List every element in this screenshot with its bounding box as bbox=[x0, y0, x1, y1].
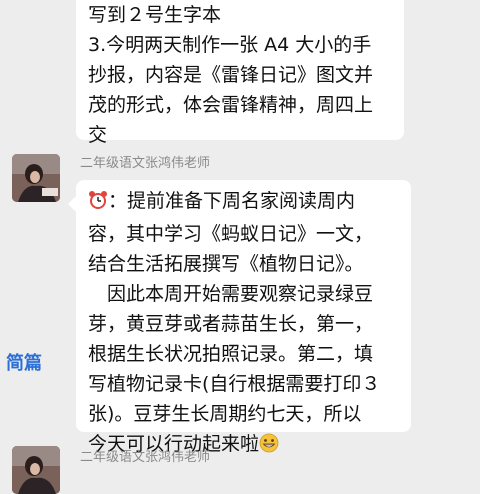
jianpian-tag[interactable]: 简篇 bbox=[6, 352, 42, 376]
message-bubble-2[interactable]: ：提前准备下周名家阅读周内 容，其中学习《蚂蚁日记》一文， 结合生活拓展撰写《植… bbox=[68, 180, 411, 455]
grinning-face-icon bbox=[259, 432, 279, 462]
sender-avatar[interactable] bbox=[12, 154, 60, 202]
avatar-photo bbox=[12, 446, 60, 494]
message-bubble-1[interactable]: 写到２号生字本 3.今明两天制作一张 A4 大小的手 抄报，内容是《雷锋日记》图… bbox=[76, 0, 404, 146]
message-line: 容，其中学习《蚂蚁日记》一文， bbox=[88, 223, 374, 245]
message-line: 芽，黄豆芽或者蒜苗生长，第一， bbox=[88, 313, 374, 335]
message-line: 抄报，内容是《雷锋日记》图文并 bbox=[88, 64, 374, 86]
message-line: 因此本周开始需要观察记录绿豆 bbox=[88, 283, 374, 305]
avatar-photo bbox=[12, 154, 60, 202]
message-line: 交 bbox=[88, 124, 108, 146]
message-line: ：提前准备下周名家阅读周内 bbox=[108, 190, 356, 212]
message-line: 茂的形式，体会雷锋精神，周四上 bbox=[88, 94, 374, 116]
message-line: 3.今明两天制作一张 A4 大小的手 bbox=[88, 34, 372, 56]
message-line: 写到２号生字本 bbox=[88, 4, 222, 26]
message-line: 写植物记录卡(自行根据需要打印３ bbox=[88, 373, 381, 395]
message-line: 张)。豆芽生长周期约七天，所以 bbox=[88, 403, 362, 425]
sender-name: 二年级语文张鸿伟老师 bbox=[80, 156, 211, 171]
message-line: 根据生长状况拍照记录。第二，填 bbox=[88, 343, 374, 365]
message-line: 结合生活拓展撰写《植物日记》。 bbox=[88, 253, 364, 275]
sender-avatar[interactable] bbox=[12, 446, 60, 494]
sender-name: 二年级语文张鸿伟老师 bbox=[80, 450, 211, 465]
alarm-clock-icon bbox=[88, 189, 108, 219]
